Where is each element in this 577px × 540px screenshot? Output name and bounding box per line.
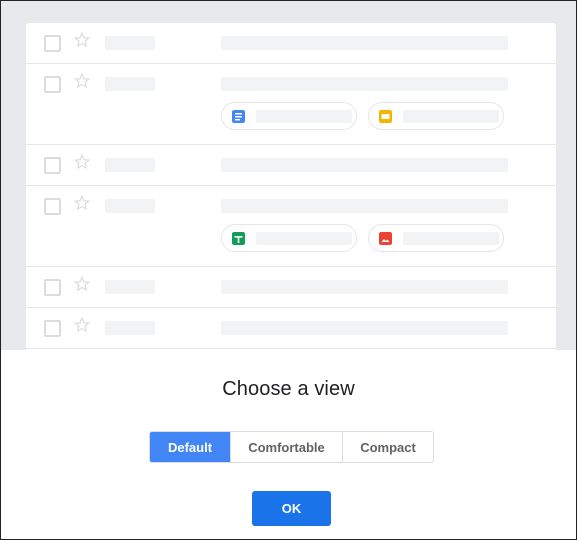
attachment-chip xyxy=(221,224,357,252)
subject-placeholder xyxy=(221,199,508,213)
filename-placeholder xyxy=(403,110,499,123)
view-chooser-window: Choose a view Default Comfortable Compac… xyxy=(0,0,577,540)
dialog-title: Choose a view xyxy=(222,378,355,400)
sender-placeholder xyxy=(105,199,155,213)
subject-placeholder xyxy=(221,158,508,172)
checkbox-icon xyxy=(44,76,61,93)
preview-row xyxy=(26,267,556,308)
sender-placeholder xyxy=(105,77,155,91)
preview-row xyxy=(26,145,556,186)
checkbox-icon xyxy=(44,320,61,337)
subject-placeholder xyxy=(221,36,508,50)
star-icon xyxy=(73,72,91,89)
sheets-icon xyxy=(232,232,245,245)
preview-row xyxy=(26,23,556,64)
preview-row xyxy=(26,308,556,349)
preview-row xyxy=(26,64,556,145)
docs-icon xyxy=(232,110,245,123)
subject-placeholder xyxy=(221,77,508,91)
view-option-comfortable[interactable]: Comfortable xyxy=(230,432,342,462)
star-icon xyxy=(73,316,91,333)
inbox-preview xyxy=(26,23,556,353)
sender-placeholder xyxy=(105,36,155,50)
view-option-default[interactable]: Default xyxy=(150,432,230,462)
star-icon xyxy=(73,275,91,292)
image-icon xyxy=(379,232,392,245)
attachment-chip xyxy=(368,224,504,252)
checkbox-icon xyxy=(44,198,61,215)
filename-placeholder xyxy=(256,110,352,123)
view-option-compact[interactable]: Compact xyxy=(342,432,433,462)
checkbox-icon xyxy=(44,157,61,174)
view-options: Default Comfortable Compact xyxy=(149,431,434,463)
checkbox-icon xyxy=(44,279,61,296)
filename-placeholder xyxy=(256,232,352,245)
ok-button[interactable]: OK xyxy=(252,491,331,526)
sender-placeholder xyxy=(105,158,155,172)
star-icon xyxy=(73,153,91,170)
attachment-chip xyxy=(368,102,504,130)
sender-placeholder xyxy=(105,280,155,294)
sender-placeholder xyxy=(105,321,155,335)
preview-row xyxy=(26,186,556,267)
star-icon xyxy=(73,31,91,48)
choose-view-dialog: Choose a view Default Comfortable Compac… xyxy=(1,350,576,539)
subject-placeholder xyxy=(221,321,508,335)
slides-icon xyxy=(379,110,392,123)
filename-placeholder xyxy=(403,232,499,245)
subject-placeholder xyxy=(221,280,508,294)
checkbox-icon xyxy=(44,35,61,52)
star-icon xyxy=(73,194,91,211)
attachment-chip xyxy=(221,102,357,130)
